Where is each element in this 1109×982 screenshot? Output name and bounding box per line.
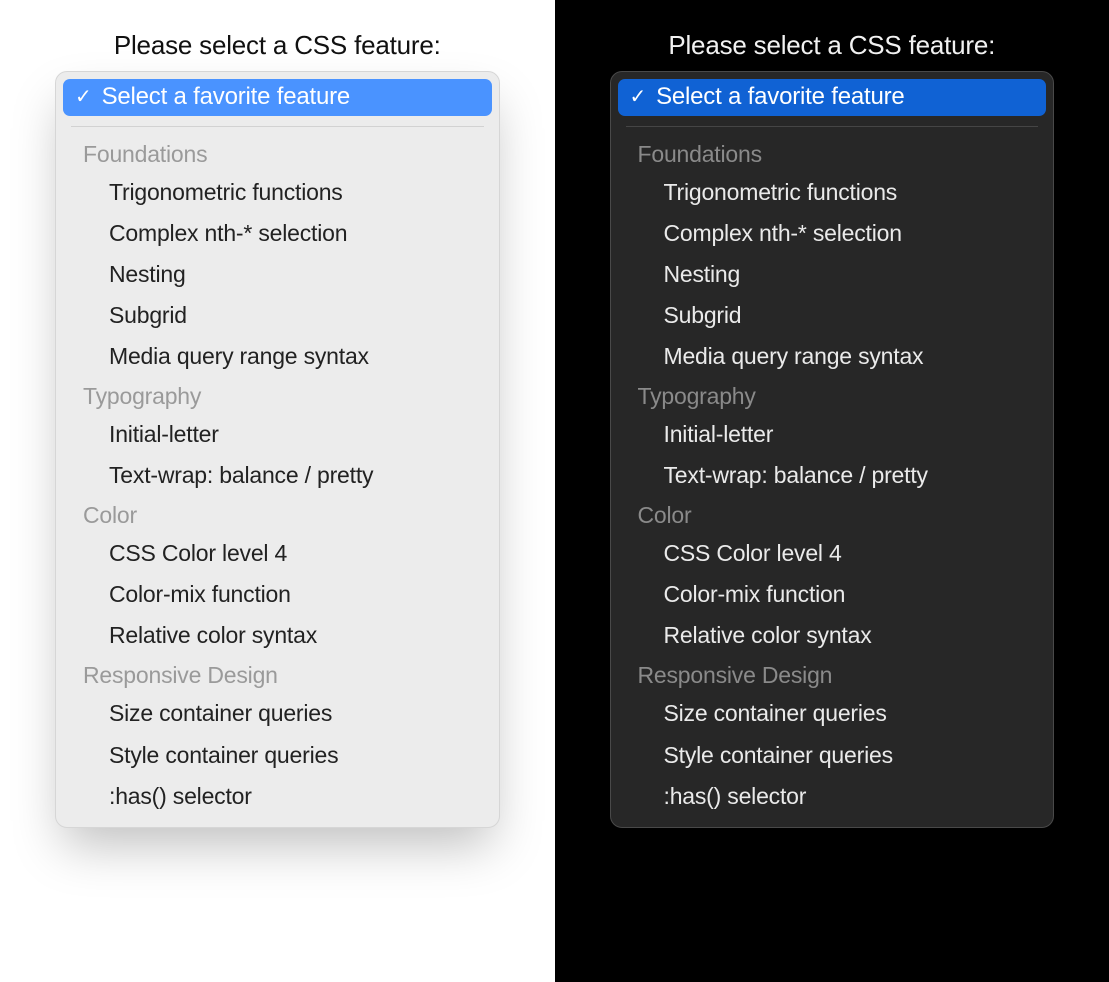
select-option[interactable]: Trigonometric functions bbox=[618, 172, 1047, 213]
selected-option-label: Select a favorite feature bbox=[102, 83, 350, 111]
select-option[interactable]: CSS Color level 4 bbox=[63, 533, 492, 574]
select-option[interactable]: Style container queries bbox=[618, 735, 1047, 776]
select-option[interactable]: Complex nth-* selection bbox=[618, 213, 1047, 254]
select-option[interactable]: Size container queries bbox=[63, 693, 492, 734]
option-group-label: Foundations bbox=[618, 135, 1047, 172]
select-option[interactable]: Complex nth-* selection bbox=[63, 213, 492, 254]
select-option[interactable]: Media query range syntax bbox=[63, 336, 492, 377]
select-option[interactable]: Color-mix function bbox=[618, 574, 1047, 615]
dark-mode-pane: Please select a CSS feature: ✓ Select a … bbox=[555, 0, 1109, 982]
select-option[interactable]: Relative color syntax bbox=[618, 615, 1047, 656]
select-dropdown-popover[interactable]: ✓ Select a favorite feature FoundationsT… bbox=[55, 71, 500, 828]
checkmark-icon: ✓ bbox=[630, 87, 647, 107]
select-option[interactable]: :has() selector bbox=[618, 776, 1047, 817]
select-option[interactable]: :has() selector bbox=[63, 776, 492, 817]
select-option[interactable]: Relative color syntax bbox=[63, 615, 492, 656]
prompt-label: Please select a CSS feature: bbox=[668, 30, 995, 61]
select-option[interactable]: CSS Color level 4 bbox=[618, 533, 1047, 574]
select-option[interactable]: Nesting bbox=[63, 254, 492, 295]
select-option[interactable]: Nesting bbox=[618, 254, 1047, 295]
selected-option-label: Select a favorite feature bbox=[656, 83, 904, 111]
selected-option-row[interactable]: ✓ Select a favorite feature bbox=[63, 79, 492, 116]
select-option[interactable]: Trigonometric functions bbox=[63, 172, 492, 213]
select-option[interactable]: Text-wrap: balance / pretty bbox=[63, 455, 492, 496]
prompt-label: Please select a CSS feature: bbox=[114, 30, 441, 61]
option-groups: FoundationsTrigonometric functionsComple… bbox=[618, 135, 1047, 817]
option-group-label: Foundations bbox=[63, 135, 492, 172]
option-group-label: Color bbox=[618, 496, 1047, 533]
select-option[interactable]: Media query range syntax bbox=[618, 336, 1047, 377]
checkmark-icon: ✓ bbox=[75, 87, 92, 107]
divider bbox=[626, 126, 1039, 127]
select-option[interactable]: Subgrid bbox=[63, 295, 492, 336]
option-group-label: Responsive Design bbox=[618, 656, 1047, 693]
option-group-label: Typography bbox=[618, 377, 1047, 414]
light-mode-pane: Please select a CSS feature: ✓ Select a … bbox=[0, 0, 555, 982]
select-dropdown-popover[interactable]: ✓ Select a favorite feature FoundationsT… bbox=[610, 71, 1055, 828]
select-option[interactable]: Style container queries bbox=[63, 735, 492, 776]
select-option[interactable]: Initial-letter bbox=[618, 414, 1047, 455]
select-option[interactable]: Initial-letter bbox=[63, 414, 492, 455]
option-group-label: Color bbox=[63, 496, 492, 533]
option-group-label: Responsive Design bbox=[63, 656, 492, 693]
select-option[interactable]: Text-wrap: balance / pretty bbox=[618, 455, 1047, 496]
option-groups: FoundationsTrigonometric functionsComple… bbox=[63, 135, 492, 817]
divider bbox=[71, 126, 484, 127]
option-group-label: Typography bbox=[63, 377, 492, 414]
select-option[interactable]: Subgrid bbox=[618, 295, 1047, 336]
select-option[interactable]: Size container queries bbox=[618, 693, 1047, 734]
select-option[interactable]: Color-mix function bbox=[63, 574, 492, 615]
selected-option-row[interactable]: ✓ Select a favorite feature bbox=[618, 79, 1047, 116]
